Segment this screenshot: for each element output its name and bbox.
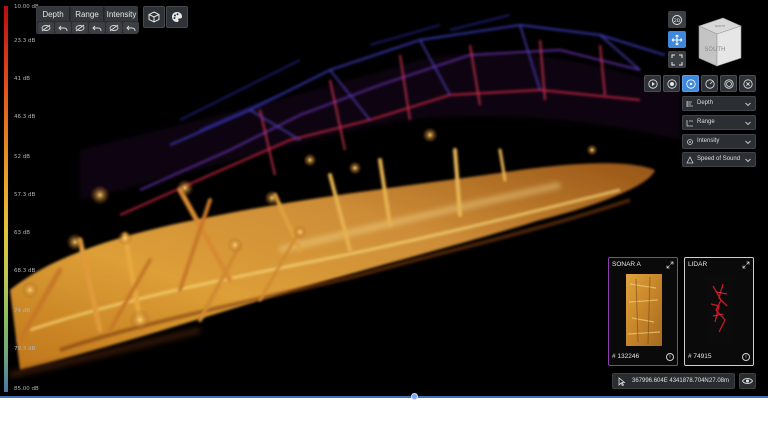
color-scale-bar — [4, 6, 8, 392]
radar-icon — [723, 78, 734, 89]
cursor-coordinates-readout: 367996.604E 4341878.704N 27.08m — [612, 373, 735, 389]
scale-label-3: 46.3 dB — [14, 114, 36, 120]
lidar-thumbnail-id: # 74915 — [688, 353, 712, 360]
undo-icon — [126, 25, 136, 31]
3d-model-button[interactable] — [143, 6, 165, 28]
layer-label-intensity: Intensity — [697, 138, 720, 144]
range-lines-icon — [686, 120, 693, 127]
layer-label-speed-of-sound: Speed of Sound — [697, 156, 741, 162]
depth-bars-icon — [686, 101, 693, 107]
eye-icon — [742, 378, 753, 384]
view-cube-top-label: NORTH — [715, 24, 726, 28]
intensity-toggle-button[interactable]: Intensity — [105, 7, 138, 21]
chevron-down-icon — [745, 158, 751, 163]
color-palette-button[interactable] — [166, 6, 188, 28]
sonar-a-thumbnail[interactable]: SONAR A # 132246 i — [608, 257, 678, 366]
view-mode-label: 2D — [674, 18, 681, 24]
gauge-icon — [704, 78, 715, 89]
chevron-down-icon — [745, 102, 751, 107]
sonar-preview-image — [626, 274, 662, 346]
close-mode-button[interactable] — [739, 75, 756, 92]
depth-reset-button[interactable] — [55, 22, 71, 33]
eye-off-icon — [75, 24, 85, 31]
eye-off-icon — [41, 24, 51, 31]
layer-dropdown-depth[interactable]: Depth — [682, 96, 756, 111]
range-toggle-button[interactable]: Range — [71, 7, 104, 21]
undo-icon — [58, 25, 68, 31]
range-visibility-button[interactable] — [72, 22, 88, 33]
info-icon[interactable]: i — [666, 353, 674, 361]
chevron-down-icon — [745, 140, 751, 145]
view-cube-face-label: SOUTH — [704, 46, 725, 53]
layer-dropdown-speed-of-sound[interactable]: Speed of Sound — [682, 152, 756, 167]
lidar-preview-image — [707, 276, 733, 344]
record-button[interactable] — [663, 75, 680, 92]
scale-label-6: 63 dB — [14, 230, 31, 236]
coordinates-text: 367996.604E 4341878.704N — [632, 378, 709, 384]
record-icon — [666, 78, 677, 89]
view-mode-toggle-button[interactable]: 2D — [668, 11, 686, 28]
fit-view-button[interactable] — [668, 51, 686, 68]
visibility-toggle-button[interactable] — [739, 373, 756, 389]
chevron-down-icon — [745, 121, 751, 126]
depth-value: 27.08m — [708, 378, 729, 384]
layer-dropdown-range[interactable]: Range — [682, 115, 756, 130]
play-circle-icon — [647, 78, 658, 89]
expand-icon — [671, 54, 683, 65]
measure-button[interactable] — [701, 75, 718, 92]
pan-button[interactable] — [668, 31, 686, 48]
layer-label-depth: Depth — [697, 100, 714, 106]
scale-label-4: 52 dB — [14, 154, 31, 160]
3d-viewport[interactable]: 10.00 dB 23.3 dB 41 dB 46.3 dB 52 dB 57.… — [0, 0, 768, 398]
layer-dropdown-intensity[interactable]: Intensity — [682, 134, 756, 149]
scale-label-7: 68.3 dB — [14, 268, 36, 274]
cube-icon — [148, 11, 160, 23]
intensity-visibility-button[interactable] — [106, 22, 122, 33]
sonar-ping-button[interactable] — [720, 75, 737, 92]
sonar-thumbnail-title: SONAR A — [612, 261, 641, 268]
move-arrows-icon — [671, 34, 683, 45]
rotate-view-icon: 2D — [672, 14, 682, 25]
lidar-thumbnail[interactable]: LIDAR # 74915 i — [684, 257, 754, 366]
scale-label-10: 85.00 dB — [14, 386, 39, 392]
undo-icon — [92, 25, 102, 31]
target-mode-button[interactable] — [682, 75, 699, 92]
intensity-dot-icon — [687, 139, 693, 145]
palette-icon — [172, 12, 182, 22]
view-cube[interactable]: NORTH SOUTH — [693, 12, 745, 70]
scale-label-1: 23.3 dB — [14, 38, 36, 44]
expand-icon[interactable] — [742, 261, 750, 269]
close-circle-icon — [742, 78, 753, 89]
layer-toggle-toolbar: Depth Range Intensity — [36, 6, 139, 34]
timeline-scrubber-handle[interactable] — [411, 393, 418, 400]
scale-label-9: 79.3 dB — [14, 346, 36, 352]
timeline-track[interactable] — [0, 396, 768, 398]
scale-label-2: 41 dB — [14, 76, 31, 82]
intensity-reset-button[interactable] — [123, 22, 139, 33]
cursor-pointer-icon — [618, 377, 626, 386]
sonar-thumbnail-id: # 132246 — [612, 353, 640, 360]
layer-label-range: Range — [697, 119, 715, 125]
range-reset-button[interactable] — [89, 22, 105, 33]
depth-toggle-button[interactable]: Depth — [37, 7, 70, 21]
play-button[interactable] — [644, 75, 661, 92]
lidar-thumbnail-title: LIDAR — [688, 261, 708, 268]
speed-triangle-icon — [686, 156, 694, 164]
expand-icon[interactable] — [666, 261, 674, 269]
eye-off-icon — [109, 24, 119, 31]
depth-visibility-button[interactable] — [38, 22, 54, 33]
target-icon — [685, 78, 696, 89]
scale-label-5: 57.3 dB — [14, 192, 36, 198]
info-icon[interactable]: i — [742, 353, 750, 361]
scale-label-8: 74 dB — [14, 308, 31, 314]
